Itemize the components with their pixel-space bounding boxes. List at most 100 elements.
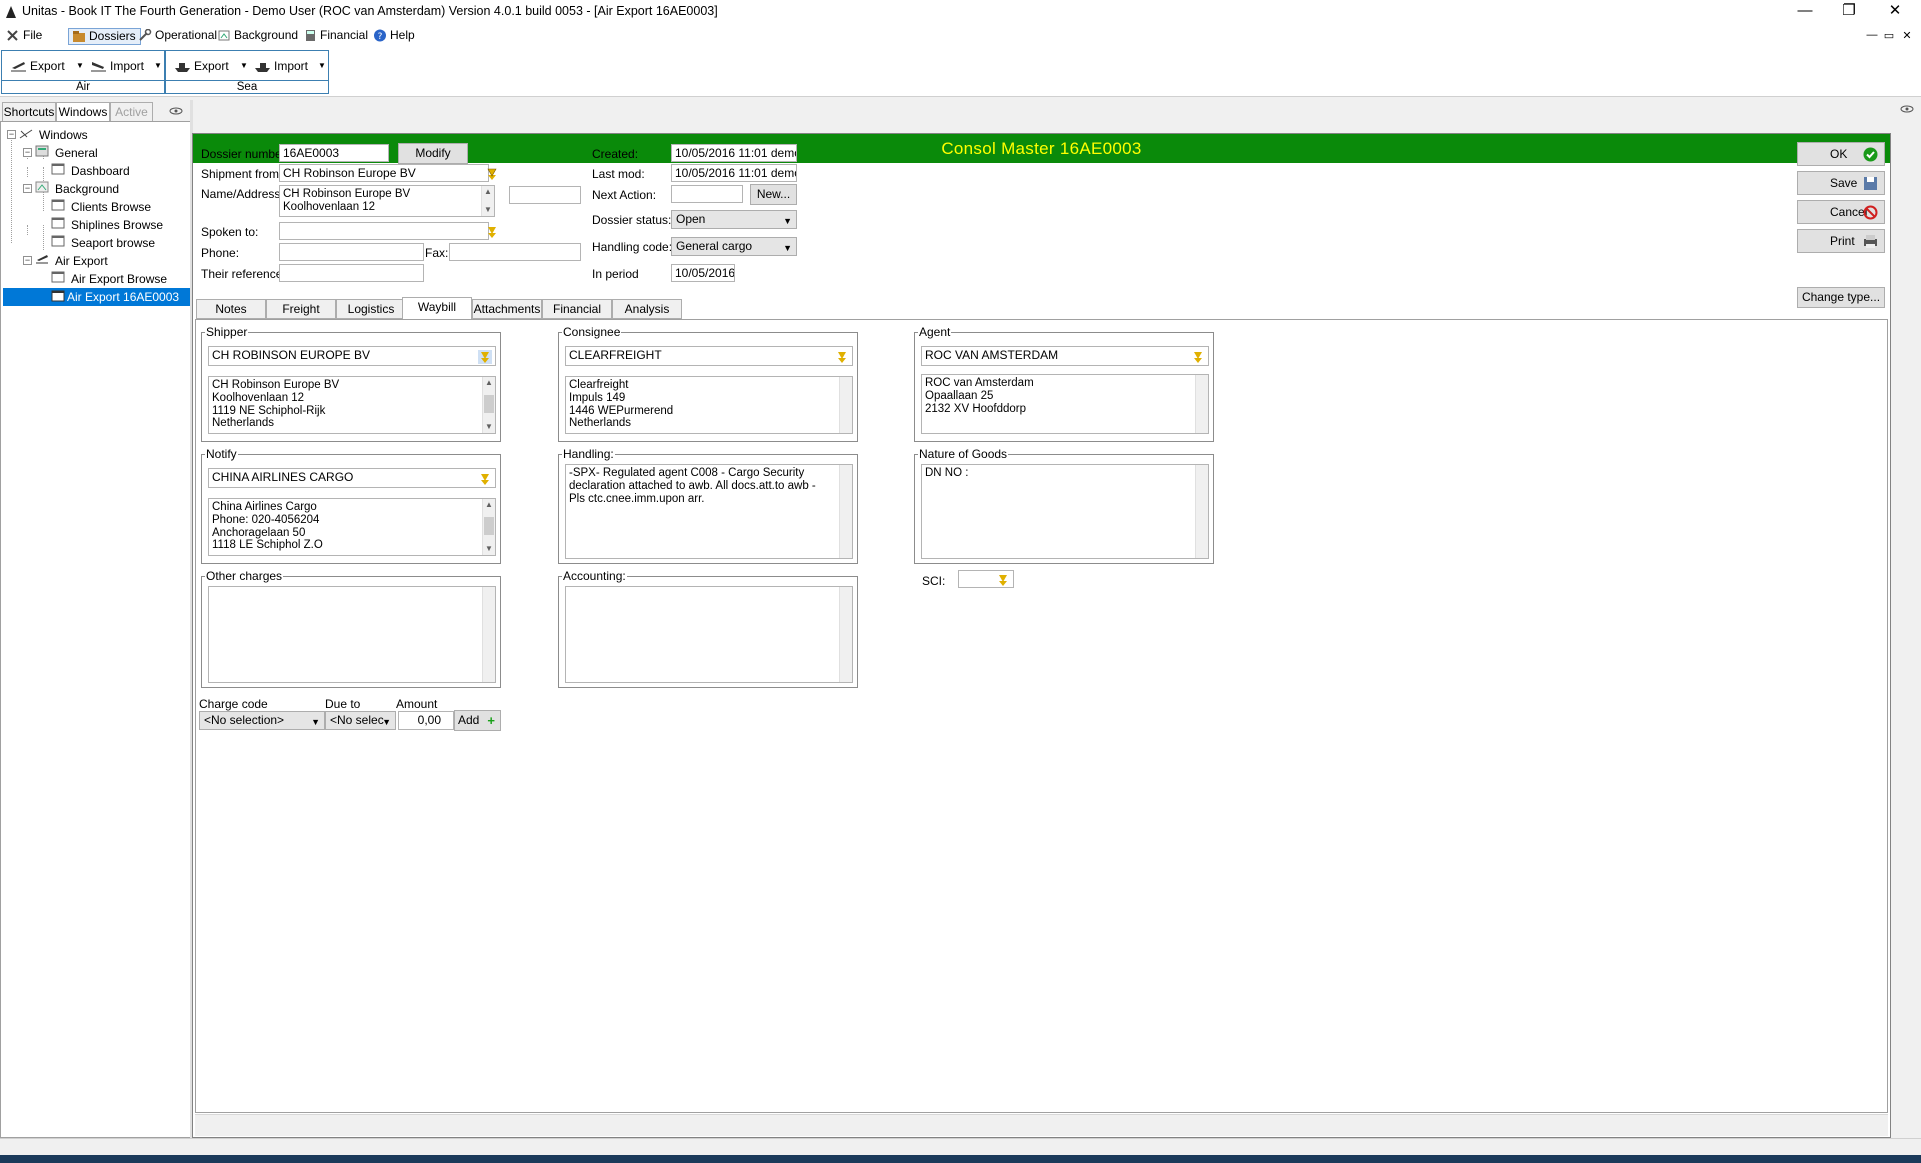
name-address-field[interactable]: CH Robinson Europe BV Koolhovenlaan 12 ▲… xyxy=(279,185,495,217)
change-type-button[interactable]: Change type... xyxy=(1797,287,1885,308)
tab-freight[interactable]: Freight xyxy=(266,299,336,319)
tree-collapse-toggle[interactable]: − xyxy=(7,130,16,139)
horizontal-scrollbar[interactable] xyxy=(195,1114,1888,1136)
new-action-button[interactable]: New... xyxy=(750,184,797,205)
chevron-down-icon[interactable]: ▼ xyxy=(154,57,162,75)
tab-waybill[interactable]: Waybill xyxy=(402,297,472,320)
scroll-down-icon[interactable]: ▼ xyxy=(483,543,495,555)
tab-notes[interactable]: Notes xyxy=(196,299,266,319)
lookup-arrow-icon[interactable] xyxy=(485,225,499,239)
tree-item-general[interactable]: General xyxy=(55,145,98,162)
accounting-field[interactable] xyxy=(565,586,853,683)
minimize-button[interactable]: — xyxy=(1782,0,1828,24)
vertical-scrollbar[interactable] xyxy=(839,377,852,433)
lookup-arrow-icon[interactable] xyxy=(1191,350,1205,364)
vertical-scrollbar[interactable]: ▲ ▼ xyxy=(482,499,495,555)
tree-item-dashboard[interactable]: Dashboard xyxy=(71,163,130,180)
pin-icon[interactable] xyxy=(1899,104,1915,114)
tab-financial[interactable]: Financial xyxy=(542,299,612,319)
scroll-down-icon[interactable]: ▼ xyxy=(482,204,494,216)
fax-field[interactable] xyxy=(449,243,581,261)
shipment-from-field[interactable]: CH Robinson Europe BV xyxy=(279,164,489,182)
agent-address-field[interactable]: ROC van Amsterdam Opaallaan 25 2132 XV H… xyxy=(921,374,1209,434)
menu-help[interactable]: ? Help xyxy=(370,28,419,45)
lookup-arrow-icon[interactable] xyxy=(478,472,492,486)
tab-windows[interactable]: Windows xyxy=(56,102,110,123)
air-import-button[interactable]: Import ▼ xyxy=(88,57,162,75)
menu-financial[interactable]: Financial xyxy=(300,28,372,45)
tree-collapse-toggle[interactable]: − xyxy=(23,184,32,193)
scroll-thumb[interactable] xyxy=(484,395,494,413)
restore-button[interactable]: ❐ xyxy=(1826,0,1872,24)
print-button[interactable]: Print xyxy=(1797,229,1885,253)
vertical-scrollbar[interactable] xyxy=(1195,465,1208,558)
chevron-down-icon[interactable]: ▼ xyxy=(240,57,248,75)
tree-item-windows[interactable]: Windows xyxy=(39,127,88,144)
notify-address-field[interactable]: China Airlines Cargo Phone: 020-4056204 … xyxy=(208,498,496,556)
name-address-extra-field[interactable] xyxy=(509,186,581,204)
vertical-scrollbar[interactable]: ▲ ▼ xyxy=(481,186,494,216)
lookup-arrow-icon[interactable] xyxy=(485,167,499,181)
tab-shortcuts[interactable]: Shortcuts xyxy=(2,102,56,122)
lookup-arrow-icon[interactable] xyxy=(996,573,1010,587)
ok-button[interactable]: OK xyxy=(1797,142,1885,166)
cancel-button[interactable]: Cancel xyxy=(1797,200,1885,224)
notify-code-field[interactable]: CHINA AIRLINES CARGO xyxy=(208,468,496,488)
handling-text-field[interactable]: -SPX- Regulated agent C008 - Cargo Secur… xyxy=(565,464,853,559)
chevron-down-icon[interactable]: ▼ xyxy=(76,57,84,75)
tree-item-air-export[interactable]: Air Export xyxy=(55,253,108,270)
close-button[interactable]: ✕ xyxy=(1872,0,1918,24)
tree-collapse-toggle[interactable]: − xyxy=(23,148,32,157)
tree-item-air-export-browse[interactable]: Air Export Browse xyxy=(71,271,167,288)
tree-item-clients-browse[interactable]: Clients Browse xyxy=(71,199,151,216)
shipper-code-field[interactable]: CH ROBINSON EUROPE BV xyxy=(208,346,496,366)
mdi-minimize-button[interactable]: — xyxy=(1865,29,1879,41)
air-export-button[interactable]: Export ▼ xyxy=(8,57,84,75)
lookup-arrow-icon[interactable] xyxy=(835,350,849,364)
sea-import-button[interactable]: Import ▼ xyxy=(252,57,326,75)
agent-code-field[interactable]: ROC VAN AMSTERDAM xyxy=(921,346,1209,366)
modify-button[interactable]: Modify xyxy=(398,143,468,164)
tab-active[interactable]: Active xyxy=(110,102,153,122)
phone-field[interactable] xyxy=(279,243,424,261)
sea-export-button[interactable]: Export ▼ xyxy=(172,57,248,75)
mdi-restore-button[interactable]: ▭ xyxy=(1882,29,1896,42)
menu-operational[interactable]: Operational xyxy=(135,28,221,45)
tab-logistics[interactable]: Logistics xyxy=(336,299,406,319)
pin-icon[interactable] xyxy=(168,106,184,116)
add-charge-button[interactable]: Add + xyxy=(454,710,501,731)
vertical-scrollbar[interactable] xyxy=(839,465,852,558)
amount-field[interactable]: 0,00 xyxy=(398,711,454,730)
tab-analysis[interactable]: Analysis xyxy=(612,299,682,319)
scroll-down-icon[interactable]: ▼ xyxy=(483,421,495,433)
dossier-number-field[interactable]: 16AE0003 xyxy=(279,144,389,162)
mdi-close-button[interactable]: ✕ xyxy=(1900,29,1914,42)
save-button[interactable]: Save xyxy=(1797,171,1885,195)
handling-code-select[interactable]: General cargo ▼ xyxy=(671,237,797,256)
spoken-to-field[interactable] xyxy=(279,222,489,240)
consignee-code-field[interactable]: CLEARFREIGHT xyxy=(565,346,853,366)
tree-item-shiplines-browse[interactable]: Shiplines Browse xyxy=(71,217,163,234)
tree-item-seaport-browse[interactable]: Seaport browse xyxy=(71,235,155,252)
scroll-thumb[interactable] xyxy=(484,517,494,535)
tree-item-background[interactable]: Background xyxy=(55,181,119,198)
dossier-status-select[interactable]: Open ▼ xyxy=(671,210,797,229)
scroll-up-icon[interactable]: ▲ xyxy=(483,377,495,389)
menu-background[interactable]: Background xyxy=(214,28,302,45)
vertical-scrollbar[interactable] xyxy=(839,587,852,682)
lookup-arrow-icon[interactable] xyxy=(478,350,492,364)
other-charges-field[interactable] xyxy=(208,586,496,683)
vertical-scrollbar[interactable] xyxy=(1195,375,1208,433)
vertical-scrollbar[interactable] xyxy=(482,587,495,682)
next-action-field[interactable] xyxy=(671,185,743,203)
tab-attachments[interactable]: Attachments xyxy=(472,299,542,319)
shipper-address-field[interactable]: CH Robinson Europe BV Koolhovenlaan 12 1… xyxy=(208,376,496,434)
due-to-select[interactable]: <No selec ▼ xyxy=(325,711,396,730)
charge-code-select[interactable]: <No selection> ▼ xyxy=(199,711,325,730)
tree-collapse-toggle[interactable]: − xyxy=(23,256,32,265)
their-reference-field[interactable] xyxy=(279,264,424,282)
vertical-scrollbar[interactable]: ▲ ▼ xyxy=(482,377,495,433)
tree-item-air-export-16ae0003[interactable]: Air Export 16AE0003 xyxy=(67,289,179,306)
scroll-up-icon[interactable]: ▲ xyxy=(483,499,495,511)
chevron-down-icon[interactable]: ▼ xyxy=(318,57,326,75)
